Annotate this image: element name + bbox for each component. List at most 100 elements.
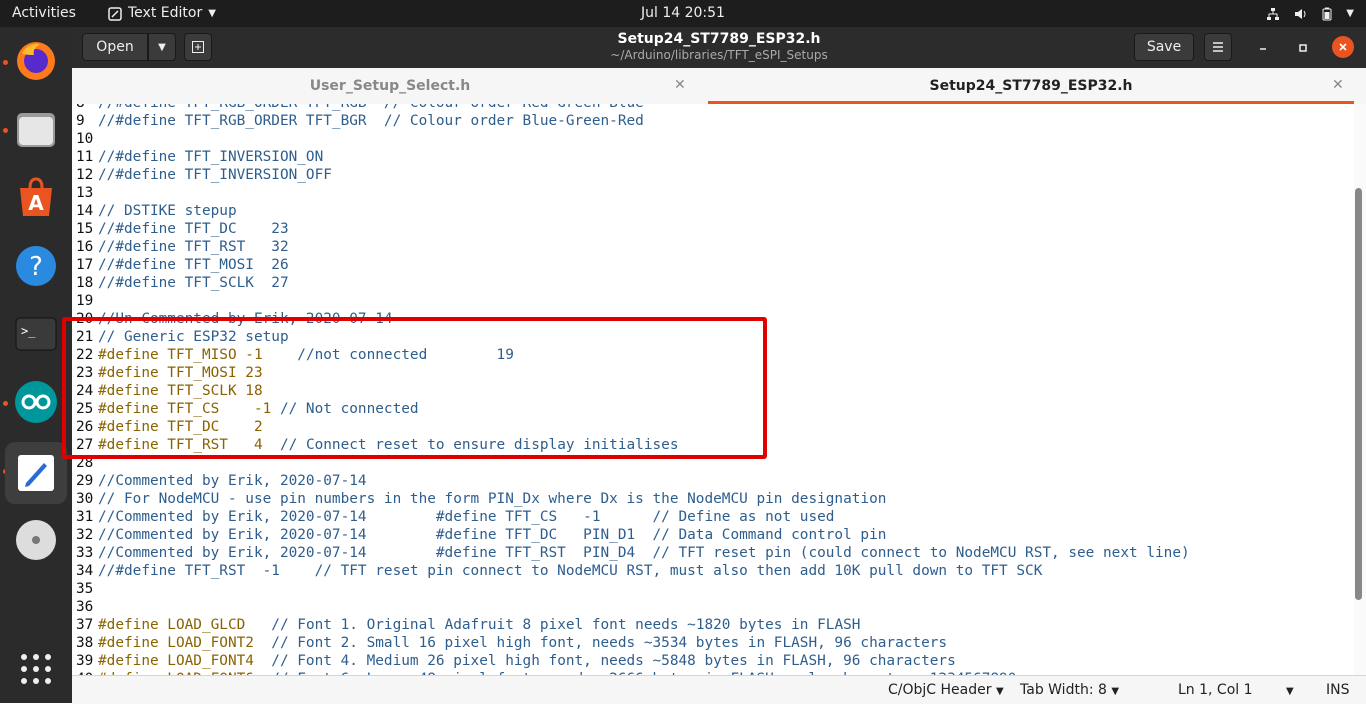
line-number: 17 [76, 257, 94, 273]
help-icon[interactable]: ? [12, 242, 60, 290]
tab-close-icon[interactable]: ✕ [1332, 68, 1344, 104]
code-comment: // Not connected [271, 401, 419, 417]
code-comment: //not connected 19 [262, 347, 514, 363]
firefox-icon[interactable] [12, 37, 60, 85]
code-text: // For NodeMCU - use pin numbers in the … [98, 491, 887, 507]
line-number: 11 [76, 149, 94, 165]
app-grid-icon[interactable] [12, 645, 60, 693]
chevron-down-icon: ▼ [1346, 8, 1354, 19]
tab-width-selector[interactable]: Tab Width: 8 ▼ [1020, 676, 1119, 704]
code-text: // DSTIKE stepup [98, 203, 237, 219]
code-comment: // Font 2. Small 16 pixel high font, nee… [253, 635, 948, 651]
code-comment: // Connect reset to ensure display initi… [262, 437, 679, 453]
line-number: 25 [76, 401, 94, 417]
maximize-button[interactable] [1292, 37, 1314, 59]
chevron-down-icon: ▼ [208, 8, 216, 19]
code-line: 17//#define TFT_MOSI 26 [76, 256, 1190, 274]
language-selector[interactable]: C/ObjC Header ▼ [888, 676, 1004, 704]
close-button[interactable] [1332, 36, 1354, 58]
minimize-button[interactable] [1252, 37, 1274, 59]
code-text: //#define TFT_RGB_ORDER TFT_BGR // Colou… [98, 113, 644, 129]
code-comment: // Font 4. Medium 26 pixel high font, ne… [253, 653, 956, 669]
terminal-icon[interactable]: >_ [12, 310, 60, 358]
line-number: 35 [76, 581, 94, 597]
activities-button[interactable]: Activities [12, 0, 76, 27]
software-center-icon[interactable]: A [12, 174, 60, 222]
line-number: 23 [76, 365, 94, 381]
preprocessor-directive: #define TFT_MISO -1 [98, 347, 263, 363]
code-line: 37 #define LOAD_GLCD // Font 1. Original … [76, 616, 1190, 634]
code-text: //#define TFT_RST -1 // TFT reset pin co… [98, 563, 1043, 579]
code-line: 24 #define TFT_SCLK 18 [76, 382, 1190, 400]
dock: A ? >_ [0, 27, 72, 703]
code-line: 14// DSTIKE stepup [76, 202, 1190, 220]
line-number: 10 [76, 131, 94, 147]
line-number: 39 [76, 653, 94, 669]
position-menu[interactable]: ▼ [1286, 676, 1294, 704]
code-line: 34//#define TFT_RST -1 // TFT reset pin … [76, 562, 1190, 580]
app-menu[interactable]: Text Editor ▼ [108, 0, 216, 27]
files-icon[interactable] [12, 106, 60, 154]
header-bar: Open ▼ Setup24_ST7789_ESP32.h ~/Arduino/… [72, 27, 1366, 68]
line-number: 28 [76, 455, 94, 471]
volume-icon [1295, 8, 1306, 19]
line-number: 38 [76, 635, 94, 651]
line-number: 19 [76, 293, 94, 309]
save-button[interactable]: Save [1134, 33, 1194, 61]
cursor-position[interactable]: Ln 1, Col 1 [1178, 676, 1253, 704]
hamburger-icon [1213, 42, 1223, 52]
tab-close-icon[interactable]: ✕ [674, 68, 686, 104]
status-bar: C/ObjC Header ▼ Tab Width: 8 ▼ Ln 1, Col… [72, 675, 1366, 704]
code-editor[interactable]: 8//#define TFT_RGB_ORDER TFT_RGB // Colo… [72, 104, 1354, 675]
code-text: //Un-Commented by Erik, 2020-07-14 [98, 311, 393, 327]
preprocessor-directive: #define TFT_MOSI 23 [98, 365, 263, 381]
tab-user-setup-select[interactable]: User_Setup_Select.h [72, 68, 708, 104]
language-label: C/ObjC Header [888, 682, 992, 698]
code-text: //#define TFT_DC 23 [98, 221, 289, 237]
code-text: //#define TFT_INVERSION_OFF [98, 167, 332, 183]
code-line: 13 [76, 184, 1190, 202]
system-tray[interactable]: ▼ [1266, 0, 1354, 27]
app-name: Text Editor [128, 5, 203, 21]
code-text: //Commented by Erik, 2020-07-14 [98, 473, 367, 489]
svg-text:>_: >_ [21, 324, 36, 338]
line-number: 31 [76, 509, 94, 525]
line-number: 29 [76, 473, 94, 489]
chevron-down-icon: ▼ [1286, 686, 1294, 697]
line-number: 34 [76, 563, 94, 579]
dvd-icon[interactable] [12, 516, 60, 564]
preprocessor-directive: #define TFT_SCLK 18 [98, 383, 263, 399]
code-text: // Generic ESP32 setup [98, 329, 289, 345]
code-comment: // Font 1. Original Adafruit 8 pixel fon… [245, 617, 861, 633]
code-line: 21// Generic ESP32 setup [76, 328, 1190, 346]
line-number: 13 [76, 185, 94, 201]
preprocessor-directive: #define TFT_CS -1 [98, 401, 272, 417]
code-line: 15//#define TFT_DC 23 [76, 220, 1190, 238]
scrollbar-thumb[interactable] [1355, 188, 1362, 600]
maximize-icon [1299, 44, 1307, 52]
text-editor-dock-icon[interactable] [5, 442, 67, 504]
text-editor-icon [108, 6, 122, 21]
code-line: 25 #define TFT_CS -1 // Not connected [76, 400, 1190, 418]
line-number: 24 [76, 383, 94, 399]
code-line: 9 //#define TFT_RGB_ORDER TFT_BGR // Colo… [76, 112, 1190, 130]
code-line: 20//Un-Commented by Erik, 2020-07-14 [76, 310, 1190, 328]
svg-text:A: A [28, 191, 44, 215]
code-text: //#define TFT_RST 32 [98, 239, 289, 255]
code-line: 10 [76, 130, 1190, 148]
code-text: //Commented by Erik, 2020-07-14 #define … [98, 527, 887, 543]
preprocessor-directive: #define LOAD_GLCD [98, 617, 246, 633]
close-icon [1339, 43, 1347, 51]
hamburger-menu-button[interactable] [1204, 33, 1232, 61]
code-line: 19 [76, 292, 1190, 310]
tab-setup24[interactable]: Setup24_ST7789_ESP32.h [708, 68, 1354, 104]
preprocessor-directive: #define LOAD_FONT2 [98, 635, 254, 651]
code-line: 38 #define LOAD_FONT2 // Font 2. Small 16… [76, 634, 1190, 652]
arduino-icon[interactable] [12, 378, 60, 426]
code-line: 27 #define TFT_RST 4 // Connect reset to … [76, 436, 1190, 454]
code-line: 31//Commented by Erik, 2020-07-14 #defin… [76, 508, 1190, 526]
tab-width-label: Tab Width: 8 [1020, 682, 1107, 698]
code-line: 32//Commented by Erik, 2020-07-14 #defin… [76, 526, 1190, 544]
insert-mode[interactable]: INS [1326, 676, 1350, 704]
tab-bar: User_Setup_Select.h ✕ Setup24_ST7789_ESP… [72, 68, 1366, 105]
